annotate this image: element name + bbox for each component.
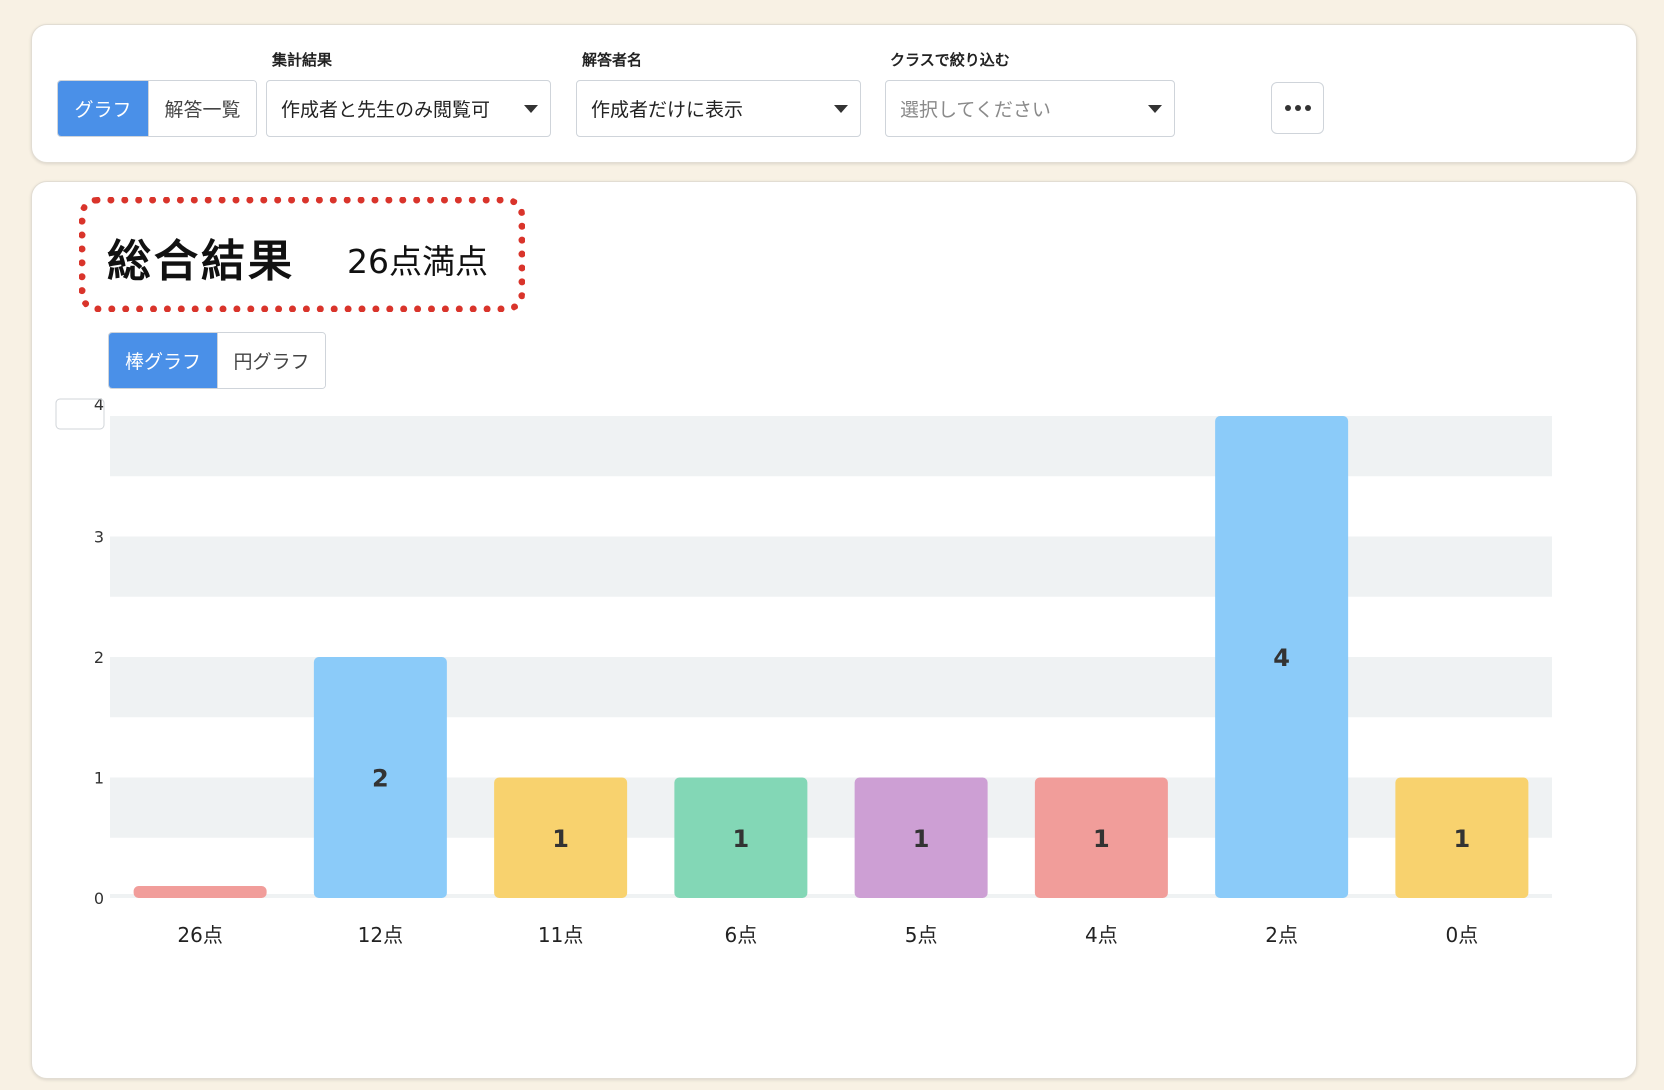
bar-value-label: 1 xyxy=(913,825,930,853)
toolbar-panel: グラフ 解答一覧 集計結果 作成者と先生のみ閲覧可 解答者名 作成者だけに表示 … xyxy=(31,24,1637,163)
x-category-label: 0点 xyxy=(1446,923,1479,947)
graph-view-tab[interactable]: グラフ xyxy=(58,81,148,136)
more-options-button[interactable] xyxy=(1271,82,1324,134)
result-panel: 総合結果 26点満点 棒グラフ 円グラフ 0 1 2 3 4 26点 2 12点 1 11点 1 6点… xyxy=(31,181,1637,1079)
aggregate-select[interactable]: 作成者と先生のみ閲覧可 xyxy=(266,80,551,137)
respondent-select-value: 作成者だけに表示 xyxy=(591,99,744,121)
view-toggle: グラフ 解答一覧 xyxy=(57,80,257,137)
x-category-label: 11点 xyxy=(538,923,583,947)
y-tick-label: 1 xyxy=(94,769,104,788)
score-bar-chart: 0 1 2 3 4 26点 2 12点 1 11点 1 6点 1 5点 1 4点 4 2点 1 0点 xyxy=(55,395,1552,947)
aggregate-select-value: 作成者と先生のみ閲覧可 xyxy=(281,99,491,121)
bar-value-label: 1 xyxy=(1454,825,1471,853)
x-category-label: 5点 xyxy=(905,923,938,947)
x-category-label: 26点 xyxy=(177,923,222,947)
bar-value-label: 1 xyxy=(1093,825,1110,853)
x-category-label: 2点 xyxy=(1265,923,1298,947)
more-horizontal-icon xyxy=(1284,105,1291,111)
x-category-label: 6点 xyxy=(725,923,758,947)
bar-value-label: 2 xyxy=(372,765,389,793)
bar[interactable] xyxy=(133,886,267,898)
chevron-down-icon xyxy=(1148,105,1162,113)
y-tick-label: 0 xyxy=(94,889,104,908)
chevron-down-icon xyxy=(834,105,848,113)
x-category-label: 4点 xyxy=(1085,923,1118,947)
answer-list-tab[interactable]: 解答一覧 xyxy=(148,81,256,136)
bar-value-label: 1 xyxy=(552,825,569,853)
more-horizontal-icon xyxy=(1294,105,1301,111)
bar-value-label: 1 xyxy=(733,825,750,853)
x-category-label: 12点 xyxy=(358,923,403,947)
class-filter-label: クラスで絞り込む xyxy=(890,51,1010,69)
more-horizontal-icon xyxy=(1304,105,1311,111)
aggregate-label: 集計結果 xyxy=(272,51,333,69)
bar-value-label: 4 xyxy=(1273,644,1290,672)
respondent-label: 解答者名 xyxy=(582,51,643,69)
y-tick-label: 4 xyxy=(94,395,104,414)
chevron-down-icon xyxy=(524,105,538,113)
respondent-select[interactable]: 作成者だけに表示 xyxy=(576,80,861,137)
y-tick-label: 2 xyxy=(94,648,104,667)
class-filter-placeholder: 選択してください xyxy=(900,99,1051,121)
y-tick-label: 3 xyxy=(94,528,104,547)
class-filter-select[interactable]: 選択してください xyxy=(885,80,1175,137)
